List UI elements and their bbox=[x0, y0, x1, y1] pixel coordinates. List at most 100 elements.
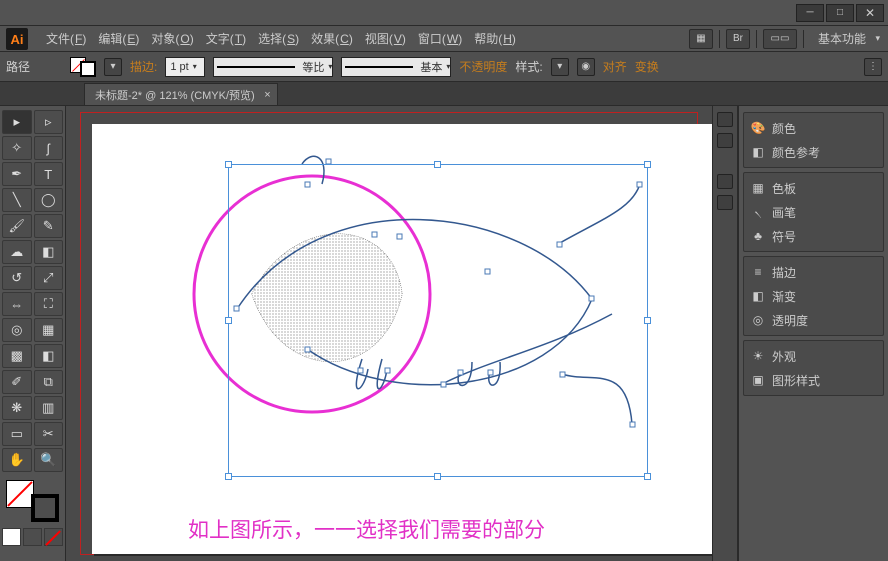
control-menu-icon[interactable]: ⋮ bbox=[864, 58, 882, 76]
align-label[interactable]: 对齐 bbox=[603, 58, 627, 75]
dock-chip-icon[interactable] bbox=[717, 174, 733, 189]
workspace-switcher[interactable]: 基本功能 bbox=[810, 29, 884, 49]
menu-file[interactable]: 文件(F) bbox=[40, 26, 92, 51]
perspective-grid-tool-icon[interactable]: ▦ bbox=[34, 318, 64, 342]
menu-icon-grid[interactable]: ▦ bbox=[689, 29, 713, 49]
fill-stroke-swatch[interactable] bbox=[70, 57, 96, 77]
panel-stroke[interactable]: ≡描边 bbox=[746, 260, 881, 284]
column-graph-tool-icon[interactable]: ▥ bbox=[34, 396, 64, 420]
width-tool-icon[interactable]: ⇔ bbox=[2, 292, 32, 316]
tools-panel: ▸ ▹ ✧ ʃ ✒ T ╲ ◯ 🖌 ✎ ☁ ◧ ↺ ⤢ ⇔ ⛶ ◎ ▦ ▩ ◧ … bbox=[0, 106, 66, 561]
dock-chip-icon[interactable] bbox=[717, 195, 733, 210]
panel-color[interactable]: 🎨颜色 bbox=[746, 116, 881, 140]
menu-object[interactable]: 对象(O) bbox=[145, 26, 199, 51]
canvas-area[interactable]: 如上图所示，一一选择我们需要的部分 bbox=[66, 106, 712, 561]
variable-width-profile[interactable]: 等比▾ bbox=[213, 57, 333, 77]
panel-group-swatches: ▦色板 ৲画笔 ♣符号 bbox=[743, 172, 884, 252]
recolor-icon[interactable]: ◉ bbox=[577, 58, 595, 76]
document-tab-close-icon[interactable]: × bbox=[264, 89, 270, 101]
window-maximize-button[interactable]: □ bbox=[826, 4, 854, 22]
window-close-button[interactable]: ✕ bbox=[856, 4, 884, 22]
lasso-tool-icon[interactable]: ʃ bbox=[34, 136, 64, 160]
app-logo: Ai bbox=[6, 28, 28, 50]
resize-handle-icon[interactable] bbox=[644, 317, 651, 324]
opacity-label[interactable]: 不透明度 bbox=[459, 58, 507, 75]
dock-chip-icon[interactable] bbox=[717, 112, 733, 127]
gradient-tool-icon[interactable]: ◧ bbox=[34, 344, 64, 368]
panel-brushes[interactable]: ৲画笔 bbox=[746, 200, 881, 224]
menu-type[interactable]: 文字(T) bbox=[200, 26, 252, 51]
menu-select[interactable]: 选择(S) bbox=[252, 26, 305, 51]
menu-window[interactable]: 窗口(W) bbox=[412, 26, 468, 51]
resize-handle-icon[interactable] bbox=[225, 317, 232, 324]
document-tabstrip: 未标题-2* @ 121% (CMYK/预览) × bbox=[0, 82, 888, 106]
zoom-tool-icon[interactable]: 🔍 bbox=[34, 448, 64, 472]
eyedropper-tool-icon[interactable]: ✐ bbox=[2, 370, 32, 394]
selection-tool-icon[interactable]: ▸ bbox=[2, 110, 32, 134]
symbol-sprayer-tool-icon[interactable]: ❋ bbox=[2, 396, 32, 420]
rotate-tool-icon[interactable]: ↺ bbox=[2, 266, 32, 290]
magic-wand-tool-icon[interactable]: ✧ bbox=[2, 136, 32, 160]
style-dropdown-icon[interactable]: ▾ bbox=[551, 58, 569, 76]
hand-tool-icon[interactable]: ✋ bbox=[2, 448, 32, 472]
brush-definition[interactable]: 基本▾ bbox=[341, 57, 451, 77]
titlebar: ─ □ ✕ bbox=[0, 0, 888, 26]
selection-bounding-box[interactable] bbox=[228, 164, 648, 477]
panel-symbols[interactable]: ♣符号 bbox=[746, 224, 881, 248]
blob-brush-tool-icon[interactable]: ☁ bbox=[2, 240, 32, 264]
resize-handle-icon[interactable] bbox=[434, 473, 441, 480]
resize-handle-icon[interactable] bbox=[225, 473, 232, 480]
panel-graphic-styles[interactable]: ▣图形样式 bbox=[746, 368, 881, 392]
panel-group-appearance: ☀外观 ▣图形样式 bbox=[743, 340, 884, 396]
panel-swatches[interactable]: ▦色板 bbox=[746, 176, 881, 200]
menu-icon-bridge[interactable]: Br bbox=[726, 29, 750, 49]
gradient-mode-icon[interactable] bbox=[23, 528, 42, 546]
pen-tool-icon[interactable]: ✒ bbox=[2, 162, 32, 186]
stroke-label[interactable]: 描边: bbox=[130, 58, 157, 75]
mesh-tool-icon[interactable]: ▩ bbox=[2, 344, 32, 368]
stroke-weight-field[interactable]: 1 pt bbox=[165, 57, 205, 77]
line-tool-icon[interactable]: ╲ bbox=[2, 188, 32, 212]
resize-handle-icon[interactable] bbox=[644, 161, 651, 168]
eraser-tool-icon[interactable]: ◧ bbox=[34, 240, 64, 264]
menu-icon-arrange[interactable]: ▭▭ bbox=[763, 29, 797, 49]
swatches-icon: ▦ bbox=[750, 180, 766, 196]
shape-builder-tool-icon[interactable]: ◎ bbox=[2, 318, 32, 342]
annotation-caption: 如上图所示，一一选择我们需要的部分 bbox=[188, 514, 545, 544]
resize-handle-icon[interactable] bbox=[434, 161, 441, 168]
resize-handle-icon[interactable] bbox=[225, 161, 232, 168]
pencil-tool-icon[interactable]: ✎ bbox=[34, 214, 64, 238]
dock-chip-icon[interactable] bbox=[717, 133, 733, 148]
menu-effect[interactable]: 效果(C) bbox=[305, 26, 359, 51]
direct-selection-tool-icon[interactable]: ▹ bbox=[34, 110, 64, 134]
free-transform-tool-icon[interactable]: ⛶ bbox=[34, 292, 64, 316]
slice-tool-icon[interactable]: ✂ bbox=[34, 422, 64, 446]
menu-edit[interactable]: 编辑(E) bbox=[92, 26, 145, 51]
control-bar: 路径 ▾ 描边: 1 pt 等比▾ 基本▾ 不透明度 样式: ▾ ◉ 对齐 变换… bbox=[0, 52, 888, 82]
none-mode-icon[interactable] bbox=[44, 528, 63, 546]
panel-color-guide[interactable]: ◧颜色参考 bbox=[746, 140, 881, 164]
transform-label[interactable]: 变换 bbox=[635, 58, 659, 75]
window-minimize-button[interactable]: ─ bbox=[796, 4, 824, 22]
fill-stroke-control[interactable] bbox=[2, 478, 63, 524]
type-tool-icon[interactable]: T bbox=[34, 162, 64, 186]
resize-handle-icon[interactable] bbox=[644, 473, 651, 480]
selection-kind-label: 路径 bbox=[6, 58, 30, 75]
panel-gradient[interactable]: ◧渐变 bbox=[746, 284, 881, 308]
artboard[interactable]: 如上图所示，一一选择我们需要的部分 bbox=[92, 124, 712, 554]
symbols-icon: ♣ bbox=[750, 228, 766, 244]
paintbrush-tool-icon[interactable]: 🖌 bbox=[2, 214, 32, 238]
scale-tool-icon[interactable]: ⤢ bbox=[34, 266, 64, 290]
artboard-tool-icon[interactable]: ▭ bbox=[2, 422, 32, 446]
document-tab[interactable]: 未标题-2* @ 121% (CMYK/预览) × bbox=[84, 83, 278, 105]
fill-dropdown-icon[interactable]: ▾ bbox=[104, 58, 122, 76]
panel-dock-strip bbox=[712, 106, 738, 561]
panel-transparency[interactable]: ◎透明度 bbox=[746, 308, 881, 332]
menu-view[interactable]: 视图(V) bbox=[359, 26, 412, 51]
panel-appearance[interactable]: ☀外观 bbox=[746, 344, 881, 368]
menu-help[interactable]: 帮助(H) bbox=[468, 26, 522, 51]
color-mode-icon[interactable] bbox=[2, 528, 21, 546]
blend-tool-icon[interactable]: ⧉ bbox=[34, 370, 64, 394]
document-tab-label: 未标题-2* @ 121% (CMYK/预览) bbox=[95, 87, 255, 103]
ellipse-tool-icon[interactable]: ◯ bbox=[34, 188, 64, 212]
